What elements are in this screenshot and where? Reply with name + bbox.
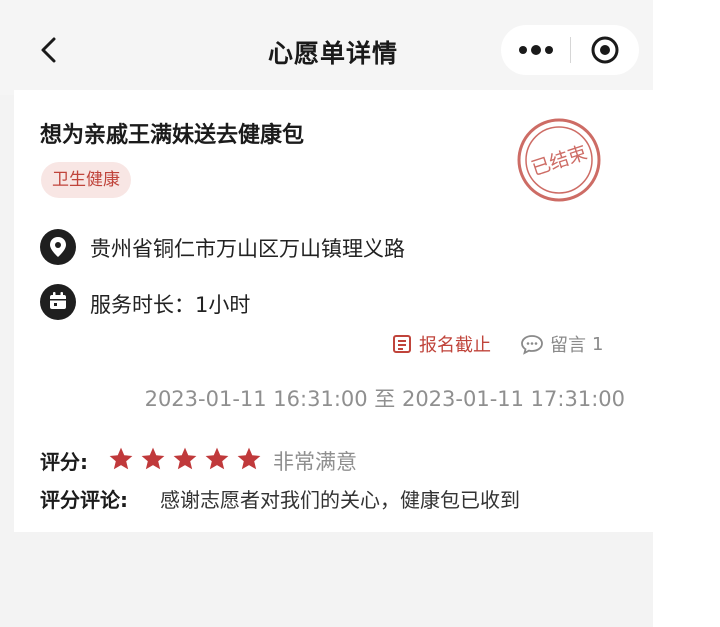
location-text: 贵州省铜仁市万山区万山镇理义路 [90,237,405,261]
duration-value: 1小时 [195,293,251,317]
star-icon [205,447,229,470]
star-icon [141,447,165,470]
calendar-icon [40,284,76,320]
close-target-icon[interactable] [571,25,639,75]
signup-status-link[interactable]: 报名截止 [391,330,491,358]
duration-label: 服务时长： [90,293,195,317]
star-icon [109,447,133,470]
rating-stars [108,446,262,472]
miniprogram-capsule [501,25,639,75]
location-pin-icon [40,229,76,265]
message-label: 留言 [550,335,586,356]
ended-stamp-text: 已结束 [529,142,590,181]
category-tag: 卫生健康 [41,162,131,198]
comment-icon [521,335,543,355]
duration-row: 服务时长：1小时 [90,289,250,319]
more-icon[interactable] [501,25,569,75]
star-icon [173,447,197,470]
right-edge-panel [653,0,720,627]
wish-title: 想为亲戚王满妹送去健康包 [40,123,305,148]
rating-text: 非常满意 [273,450,357,474]
message-count: 1 [592,333,604,355]
form-icon [393,335,411,353]
comment-text: 感谢志愿者对我们的关心，健康包已收到 [160,488,520,512]
message-link[interactable]: 留言 1 [520,330,603,358]
signup-status-label: 报名截止 [419,335,491,356]
rating-label: 评分: [40,450,88,474]
ended-stamp: 已结束 [517,118,601,202]
time-range: 2023-01-11 16:31:00 至 2023-01-11 17:31:0… [144,387,625,411]
star-icon [237,447,261,470]
comment-label: 评分评论: [40,488,128,512]
